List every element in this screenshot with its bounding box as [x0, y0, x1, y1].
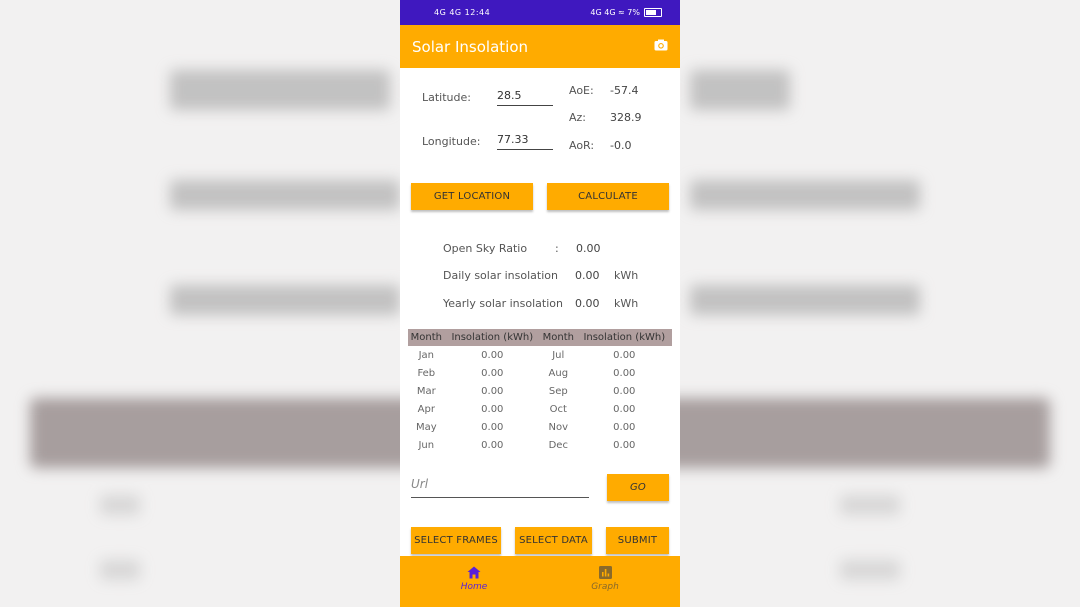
- insolation-cell: 0.00: [481, 439, 504, 451]
- select-frames-button[interactable]: SELECT FRAMES: [411, 527, 501, 554]
- month-cell: Nov: [548, 421, 569, 433]
- submit-button[interactable]: SUBMIT: [606, 527, 669, 554]
- status-right-text: 4G 4G ≈ 7%: [590, 8, 640, 17]
- latitude-input[interactable]: 28.5: [497, 89, 553, 106]
- daily-insolation-value: 0.00: [575, 269, 600, 282]
- insolation-cell: 0.00: [481, 403, 504, 415]
- insolation-cell: 0.00: [481, 367, 504, 379]
- header-insolation: Insolation (kWh): [444, 329, 540, 346]
- month-cell: Jul: [552, 349, 565, 361]
- month-cell: May: [415, 421, 437, 433]
- insolation-cell: 0.00: [613, 439, 636, 451]
- calculate-button[interactable]: CALCULATE: [547, 183, 669, 210]
- aoe-value: -57.4: [610, 84, 639, 97]
- select-data-button[interactable]: SELECT DATA: [515, 527, 592, 554]
- table-row: Feb 0.00 Aug 0.00: [408, 364, 672, 382]
- status-bar: 4G 4G 12:44 4G 4G ≈ 7%: [400, 0, 680, 25]
- insolation-cell: 0.00: [613, 403, 636, 415]
- az-label: Az:: [569, 111, 587, 124]
- longitude-label: Longitude:: [422, 135, 481, 148]
- insolation-cell: 0.00: [481, 385, 504, 397]
- month-cell: Mar: [416, 385, 436, 397]
- table-row: Jan 0.00 Jul 0.00: [408, 346, 672, 364]
- bar-chart-icon: [598, 566, 612, 579]
- open-sky-separator: :: [555, 242, 559, 255]
- month-cell: Dec: [548, 439, 568, 451]
- get-location-button[interactable]: GET LOCATION: [411, 183, 533, 210]
- nav-home-label: Home: [460, 582, 488, 592]
- url-input[interactable]: Url: [411, 477, 589, 498]
- table-row: Jun 0.00 Dec 0.00: [408, 436, 672, 454]
- month-cell: Jan: [418, 349, 434, 361]
- month-cell: Jun: [418, 439, 435, 451]
- phone-screen: 4G 4G 12:44 4G 4G ≈ 7% Solar Insolation …: [400, 0, 680, 607]
- insolation-cell: 0.00: [613, 385, 636, 397]
- longitude-input[interactable]: 77.33: [497, 133, 553, 150]
- insolation-cell: 0.00: [481, 421, 504, 433]
- yearly-insolation-value: 0.00: [575, 297, 600, 310]
- table-row: May 0.00 Nov 0.00: [408, 418, 672, 436]
- month-cell: Oct: [549, 403, 567, 415]
- aoe-label: AoE:: [569, 84, 594, 97]
- month-cell: Aug: [548, 367, 569, 379]
- home-icon: [467, 566, 481, 579]
- header-month: Month: [539, 329, 577, 346]
- yearly-insolation-unit: kWh: [614, 297, 639, 310]
- month-cell: Apr: [417, 403, 435, 415]
- camera-icon[interactable]: [654, 39, 668, 51]
- yearly-insolation-label: Yearly solar insolation: [443, 297, 563, 310]
- nav-graph-label: Graph: [591, 582, 619, 592]
- month-cell: Sep: [548, 385, 568, 397]
- bottom-navigation: Home Graph: [400, 556, 680, 607]
- insolation-cell: 0.00: [613, 349, 636, 361]
- insolation-cell: 0.00: [613, 421, 636, 433]
- table-header-row: Month Insolation (kWh) Month Insolation …: [408, 329, 672, 346]
- aor-label: AoR:: [569, 139, 595, 152]
- status-left: 4G 4G 12:44: [434, 8, 491, 17]
- monthly-insolation-table: Month Insolation (kWh) Month Insolation …: [408, 329, 672, 454]
- daily-insolation-unit: kWh: [614, 269, 639, 282]
- insolation-cell: 0.00: [613, 367, 636, 379]
- nav-graph[interactable]: Graph: [575, 566, 635, 592]
- status-right: 4G 4G ≈ 7%: [590, 8, 662, 17]
- open-sky-label: Open Sky Ratio: [443, 242, 528, 255]
- month-cell: Feb: [417, 367, 436, 379]
- daily-insolation-label: Daily solar insolation: [443, 269, 558, 282]
- app-title: Solar Insolation: [412, 38, 529, 56]
- app-bar: Solar Insolation: [400, 25, 680, 68]
- aor-value: -0.0: [610, 139, 632, 152]
- table-row: Mar 0.00 Sep 0.00: [408, 382, 672, 400]
- az-value: 328.9: [610, 111, 642, 124]
- battery-icon: [644, 8, 662, 17]
- nav-home[interactable]: Home: [444, 566, 504, 592]
- latitude-label: Latitude:: [422, 91, 471, 104]
- open-sky-value: 0.00: [576, 242, 601, 255]
- table-row: Apr 0.00 Oct 0.00: [408, 400, 672, 418]
- header-insolation: Insolation (kWh): [576, 329, 672, 346]
- go-button[interactable]: GO: [607, 474, 669, 501]
- insolation-cell: 0.00: [481, 349, 504, 361]
- header-month: Month: [408, 329, 445, 346]
